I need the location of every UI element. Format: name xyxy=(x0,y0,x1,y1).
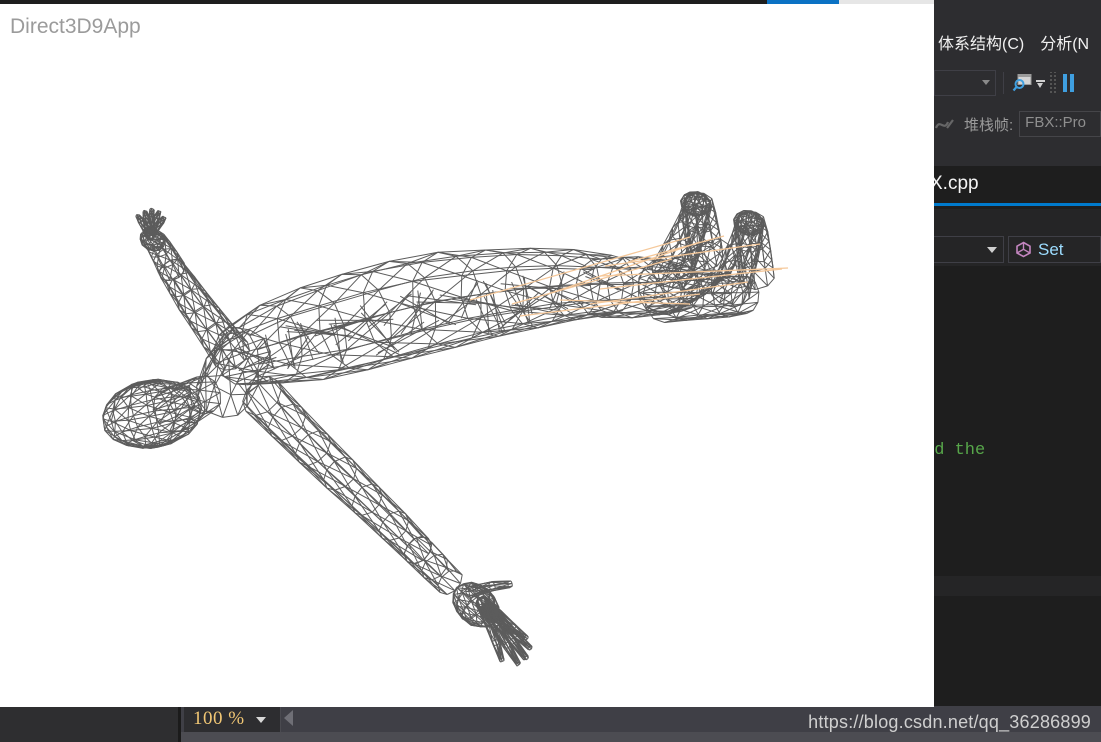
ide-title-bar xyxy=(934,0,1101,28)
tab-x-cpp[interactable]: X.cpp xyxy=(930,166,1101,206)
navbar-member-combo[interactable]: Set xyxy=(1008,236,1101,263)
horizontal-scroll-left-arrow-icon[interactable] xyxy=(284,710,293,726)
tab-label: X.cpp xyxy=(930,173,979,194)
editor-navigation-bar: Set xyxy=(934,233,1101,266)
namespace-cube-icon xyxy=(1015,241,1032,258)
csdn-watermark: https://blog.csdn.net/qq_36286899 xyxy=(808,712,1091,732)
ide-debug-location-toolbar: 堆栈帧: FBX::Pro xyxy=(934,104,1101,144)
chevron-down-icon xyxy=(987,247,997,253)
menu-item-analyze[interactable]: 分析(N xyxy=(1032,28,1097,62)
toolbar-overflow-caret-icon[interactable] xyxy=(1036,72,1045,94)
callstack-icon xyxy=(934,112,960,136)
ide-status-strip-lower xyxy=(181,732,1101,742)
ide-lower-panel xyxy=(934,596,1101,709)
editor-bottom-divider xyxy=(934,576,1101,596)
chevron-down-icon xyxy=(256,717,266,723)
editor-top-spacer xyxy=(934,209,1101,233)
navbar-member-text: Set xyxy=(1038,239,1064,259)
toolbar-grip-icon[interactable] xyxy=(1049,72,1057,94)
ide-standard-toolbar xyxy=(934,62,1101,104)
code-comment-line: ed the xyxy=(934,441,986,460)
zoom-level-value: 100 % xyxy=(193,708,245,729)
search-window-icon[interactable] xyxy=(1011,71,1035,95)
screen-root: 体系结构(C) 分析(N 堆栈帧: FBX::Pro X.cpp Set d t… xyxy=(0,0,1101,742)
chevron-down-icon xyxy=(982,80,990,85)
pause-icon[interactable] xyxy=(1063,74,1077,92)
stack-frame-label: 堆栈帧: xyxy=(964,116,1014,134)
direct3d9app-window[interactable]: Direct3D9App xyxy=(0,4,934,707)
wireframe-mesh-viewport[interactable] xyxy=(0,4,934,707)
menu-item-architecture[interactable]: 体系结构(C) xyxy=(934,28,1032,62)
toolbar-configuration-combo[interactable] xyxy=(934,70,996,96)
ide-menu-bar: 体系结构(C) 分析(N xyxy=(934,28,1101,62)
code-editor[interactable]: ed the xyxy=(934,266,1101,576)
navbar-type-combo[interactable] xyxy=(934,236,1004,263)
desktop-backdrop-left xyxy=(0,706,178,742)
zoom-level-control[interactable]: 100 % xyxy=(184,706,281,732)
toolbar-separator xyxy=(1003,72,1004,94)
stack-frame-combo[interactable]: FBX::Pro xyxy=(1019,111,1101,137)
